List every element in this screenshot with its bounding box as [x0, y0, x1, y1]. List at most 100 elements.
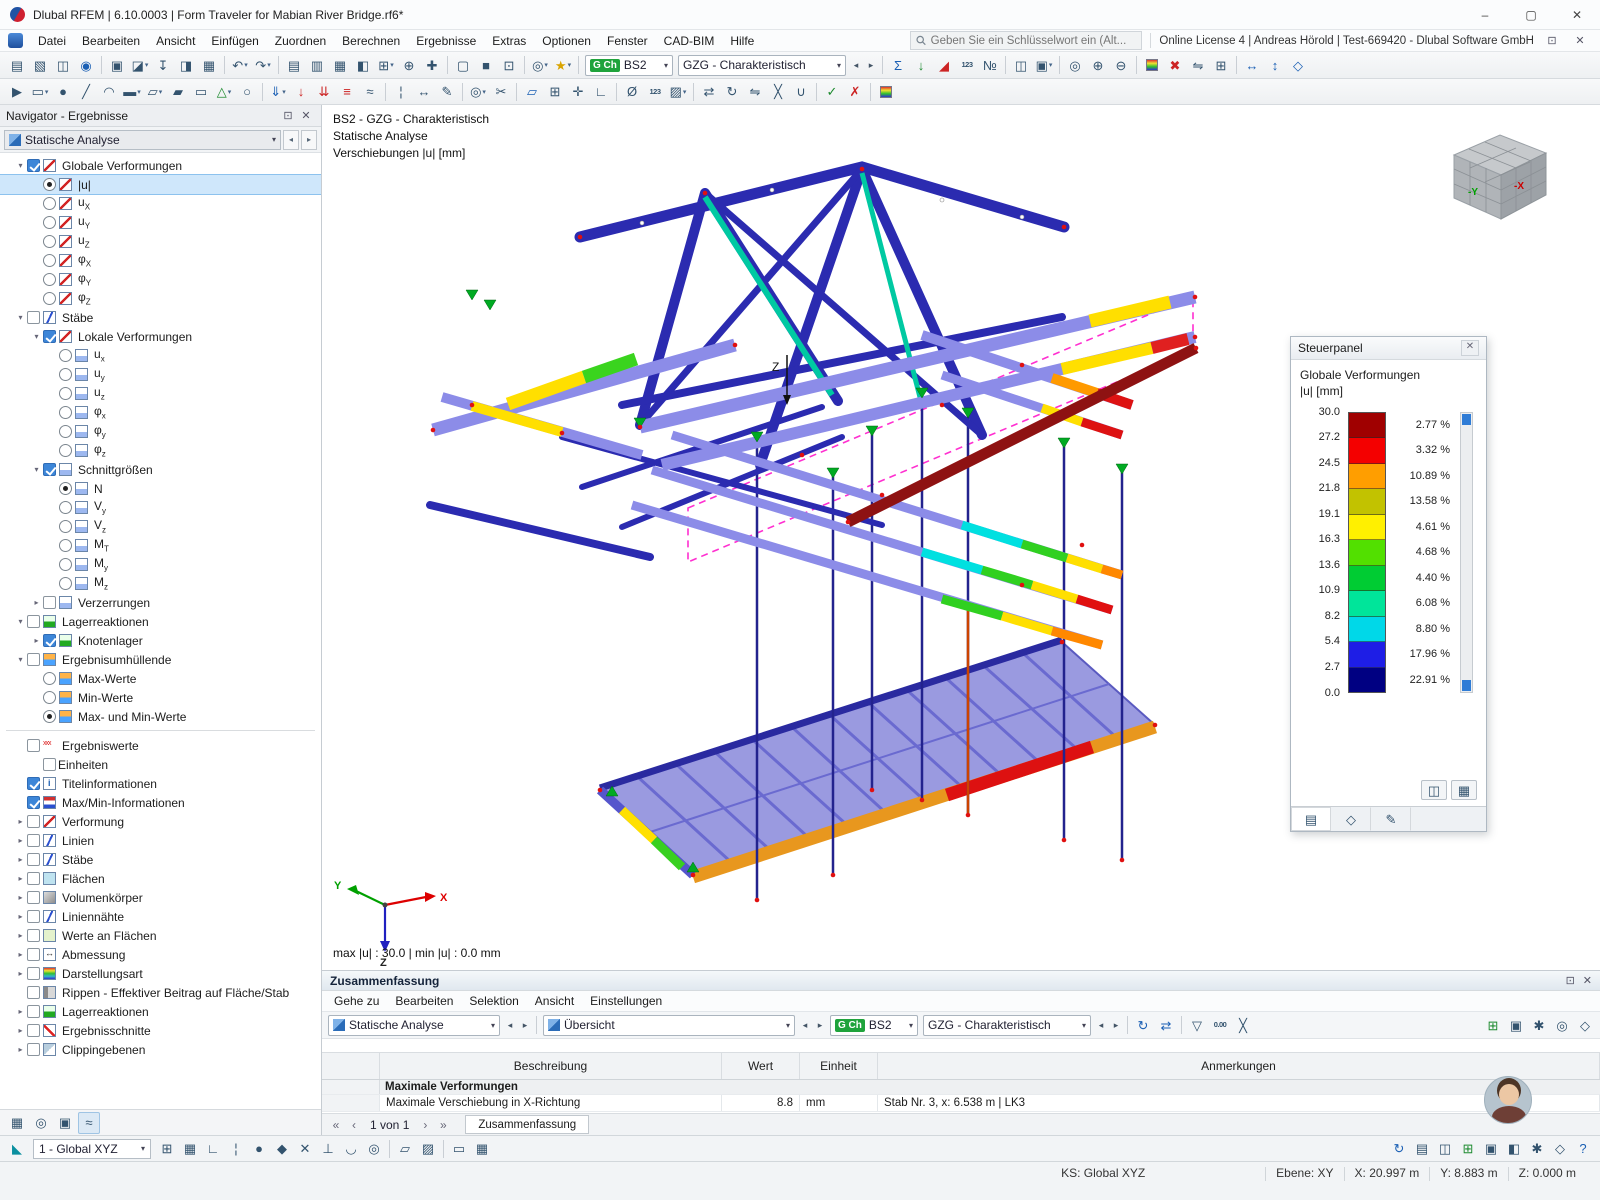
- combo-summary-view[interactable]: Übersicht ▾: [543, 1014, 795, 1036]
- tree-item-volumenk-rper[interactable]: ▸ Volumenkörper: [0, 888, 321, 907]
- close-window-icon[interactable]: ✕: [1570, 34, 1590, 47]
- view-isometric-icon[interactable]: ◧: [352, 54, 374, 76]
- checkbox-control[interactable]: [27, 872, 40, 885]
- sync-graphic-icon[interactable]: ↻: [1132, 1014, 1154, 1036]
- checkbox-control[interactable]: [27, 815, 40, 828]
- checkbox-control[interactable]: [27, 948, 40, 961]
- move-copy-icon[interactable]: ⇄: [698, 81, 720, 103]
- checkbox-control[interactable]: [27, 967, 40, 980]
- tree-item-uz[interactable]: uz: [0, 384, 321, 403]
- tree-item-linienn-hte[interactable]: ▸ Liniennähte: [0, 907, 321, 926]
- radio-control[interactable]: [43, 216, 56, 229]
- tree-item-abmessung[interactable]: ▸ Abmessung: [0, 945, 321, 964]
- tables-toggle-icon[interactable]: ▤: [1411, 1138, 1433, 1160]
- help-icon[interactable]: ?: [1572, 1138, 1594, 1160]
- tree-item-verformung[interactable]: ▸ Verformung: [0, 812, 321, 831]
- checkbox-control[interactable]: [27, 929, 40, 942]
- combo-summary-design-situation[interactable]: G Ch BS2 ▾: [830, 1014, 918, 1036]
- measure-icon[interactable]: Ø: [621, 81, 643, 103]
- expander-icon[interactable]: ▾: [14, 313, 27, 322]
- new-support-icon[interactable]: △ ▾: [213, 81, 235, 103]
- combo-summary-analysis[interactable]: Statische Analyse ▾: [328, 1014, 500, 1036]
- radio-control[interactable]: [59, 368, 72, 381]
- dock-panel-icon[interactable]: ◫: [1421, 780, 1447, 800]
- checkbox-control[interactable]: [27, 853, 40, 866]
- delete-results-icon[interactable]: ✖: [1164, 54, 1186, 76]
- tree-item-st-be[interactable]: ▾ Stäbe: [0, 308, 321, 327]
- radio-control[interactable]: [59, 558, 72, 571]
- summary-menu-selektion[interactable]: Selektion: [461, 992, 526, 1010]
- new-opening-icon[interactable]: ▭: [190, 81, 212, 103]
- fit-height-icon[interactable]: ↕: [1264, 54, 1286, 76]
- print-table-icon[interactable]: ▣: [1505, 1014, 1527, 1036]
- new-member-icon[interactable]: ▬ ▾: [121, 81, 143, 103]
- annotation-icon[interactable]: ✎: [436, 81, 458, 103]
- save-model-icon[interactable]: ◫: [52, 54, 74, 76]
- object-snap-icon[interactable]: ✛: [567, 81, 589, 103]
- copy-graphic-icon[interactable]: ◫: [1010, 54, 1032, 76]
- new-hinge-icon[interactable]: ○: [236, 81, 258, 103]
- expander-icon[interactable]: ▸: [14, 817, 27, 826]
- radio-control[interactable]: [43, 710, 56, 723]
- dlubal-center-icon[interactable]: ◉: [75, 54, 97, 76]
- block-library-icon[interactable]: ▦: [198, 54, 220, 76]
- table-group-row[interactable]: Maximale Verformungen: [322, 1080, 1600, 1095]
- column-header-einheit[interactable]: Einheit: [800, 1053, 878, 1079]
- combo-design-situation[interactable]: G Ch BS2 ▾: [585, 54, 673, 76]
- last-page-button[interactable]: »: [435, 1118, 451, 1132]
- combo-next-button[interactable]: ▸: [518, 1015, 532, 1036]
- display-navigator-tab-icon[interactable]: ◎: [30, 1112, 52, 1134]
- connect-icon[interactable]: ∪: [790, 81, 812, 103]
- float-summary-icon[interactable]: ⊡: [1566, 974, 1575, 987]
- column-header-beschreibung[interactable]: Beschreibung: [380, 1053, 722, 1079]
- surface-load-icon[interactable]: ≡: [336, 81, 358, 103]
- user-views-icon[interactable]: ★ ▾: [552, 54, 574, 76]
- tree-item-u[interactable]: |u|: [0, 174, 321, 195]
- close-button[interactable]: ✕: [1554, 0, 1600, 30]
- tab-zusammenfassung[interactable]: Zusammenfassung: [465, 1115, 590, 1134]
- combo-prev-button[interactable]: ◂: [798, 1015, 812, 1036]
- radio-control[interactable]: [43, 292, 56, 305]
- pin-icon[interactable]: ⊡: [279, 109, 297, 122]
- menu-zuordnen[interactable]: Zuordnen: [267, 32, 334, 50]
- fit-width-icon[interactable]: ↔: [1241, 54, 1263, 76]
- combo-load-combination[interactable]: GZG - Charakteristisch ▾: [678, 54, 846, 76]
- ortho-icon[interactable]: ∟: [590, 81, 612, 103]
- manage-layouts-icon[interactable]: ◧: [1503, 1138, 1525, 1160]
- snap-grid-icon[interactable]: ⊞: [544, 81, 566, 103]
- table-input-icon[interactable]: ▦: [471, 1138, 493, 1160]
- checkbox-control[interactable]: [27, 834, 40, 847]
- fit-view-icon[interactable]: ◇: [1287, 54, 1309, 76]
- settings-icon[interactable]: ✱: [1526, 1138, 1548, 1160]
- tree-item-ergebnisumh-llende[interactable]: ▾ Ergebnisumhüllende: [0, 650, 321, 669]
- tree-item-uy[interactable]: uY: [0, 213, 321, 232]
- relation-scale-icon[interactable]: ╳: [1232, 1014, 1254, 1036]
- snap-midpoint-icon[interactable]: ◆: [271, 1138, 293, 1160]
- snap-tangent-icon[interactable]: ◡: [340, 1138, 362, 1160]
- snap-toggle-icon[interactable]: ⊞: [156, 1138, 178, 1160]
- renumber-icon[interactable]: 123: [644, 81, 666, 103]
- expander-icon[interactable]: ▸: [14, 969, 27, 978]
- radio-control[interactable]: [59, 387, 72, 400]
- tree-item-min-werte[interactable]: Min-Werte: [0, 688, 321, 707]
- tree-item-y[interactable]: φy: [0, 422, 321, 441]
- views-navigator-tab-icon[interactable]: ▣: [54, 1112, 76, 1134]
- color-palette-icon[interactable]: [875, 81, 897, 103]
- dxf-layers-icon[interactable]: ▱: [394, 1138, 416, 1160]
- analysis-type-dropdown[interactable]: Statische Analyse ▾: [4, 129, 281, 150]
- printout-report-icon[interactable]: ▣: [1480, 1138, 1502, 1160]
- menu-hilfe[interactable]: Hilfe: [722, 32, 762, 50]
- expander-icon[interactable]: ▾: [14, 655, 27, 664]
- checkbox-control[interactable]: [27, 777, 40, 790]
- background-layers-icon[interactable]: ▨: [417, 1138, 439, 1160]
- visibility-modes-icon[interactable]: ◎ ▾: [529, 54, 551, 76]
- color-scale-tab-icon[interactable]: ▤: [1291, 807, 1331, 831]
- tree-item-knotenlager[interactable]: ▸ Knotenlager: [0, 631, 321, 650]
- clipping-icon[interactable]: ✂: [490, 81, 512, 103]
- radio-control[interactable]: [59, 349, 72, 362]
- tree-item-schnittgr-en[interactable]: ▾ Schnittgrößen: [0, 460, 321, 479]
- tree-item-ux[interactable]: uX: [0, 194, 321, 213]
- previous-analysis-button[interactable]: ◂: [283, 129, 299, 150]
- select-window-icon[interactable]: ▭ ▾: [29, 81, 51, 103]
- checkbox-control[interactable]: [27, 891, 40, 904]
